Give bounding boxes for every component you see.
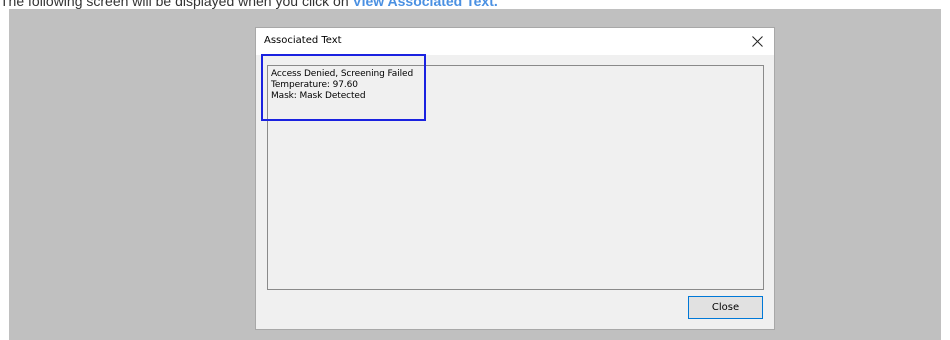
dialog-title: Associated Text [264,35,342,46]
view-associated-text-link[interactable]: View Associated Text. [353,0,498,9]
instruction-caption: The following screen will be displayed w… [0,0,498,9]
close-button[interactable]: Close [688,296,763,319]
dialog-titlebar: Associated Text [256,28,774,55]
highlight-box [261,54,426,121]
close-icon[interactable] [740,28,774,55]
caption-text: The following screen will be displayed w… [0,0,353,9]
